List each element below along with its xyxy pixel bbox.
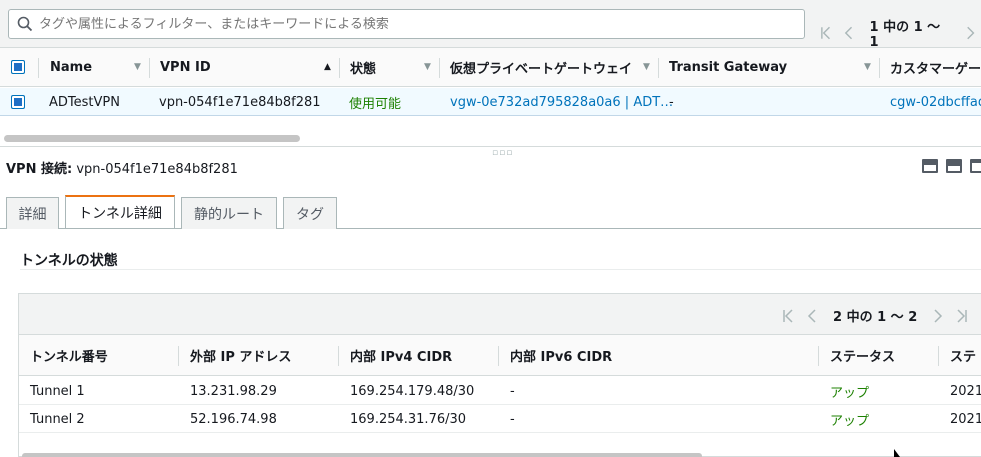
column-customer-gateway[interactable]: カスタマーゲー [890, 48, 981, 87]
panel-toolbar: 2 中の 1 〜 2 [19, 294, 981, 335]
column-vgw[interactable]: 仮想プライベートゲートウェイ [450, 48, 632, 87]
layout-icon[interactable] [970, 159, 981, 173]
pagination-text: 2 中の 1 〜 2 [833, 310, 918, 325]
cell-transit: - [669, 94, 674, 110]
mouse-cursor-icon [894, 449, 900, 457]
sort-caret-icon[interactable]: ▼ [134, 62, 141, 72]
prev-page-icon[interactable] [842, 25, 857, 41]
cell-status-date: 2021 [950, 383, 981, 399]
split-divider[interactable] [0, 146, 981, 147]
column-vpn-id[interactable]: VPN ID [160, 48, 211, 87]
cell-cgw-link[interactable]: cgw-02dbcffadd [890, 88, 981, 116]
filter-bar: 1 中の 1 〜 1 [0, 0, 981, 50]
sort-caret-icon[interactable]: ▼ [424, 62, 431, 72]
tunnel-row: Tunnel 1 13.231.98.29 169.254.179.48/30 … [19, 377, 981, 405]
cell-status: アップ [830, 385, 870, 401]
column-status[interactable]: ステータス [830, 335, 895, 376]
tunnel-row: Tunnel 2 52.196.74.98 169.254.31.76/30 -… [19, 405, 981, 433]
prev-page-icon[interactable] [805, 308, 821, 324]
column-inner-ipv4[interactable]: 内部 IPv4 CIDR [350, 335, 452, 376]
sort-caret-icon[interactable]: ▼ [643, 62, 650, 72]
detail-title: VPN 接続: vpn-054f1e71e84b8f281 [6, 162, 238, 177]
cell-inner-ipv6: - [510, 383, 515, 399]
tunnel-table-panel: 2 中の 1 〜 2 トンネル番号 外部 IP アドレス 内部 IPv4 CID… [18, 293, 981, 457]
sort-caret-icon[interactable]: ▲ [324, 62, 331, 72]
cell-state: 使用可能 [349, 96, 402, 112]
search-box[interactable] [8, 9, 805, 39]
tab-tags[interactable]: タグ [283, 197, 337, 229]
column-state[interactable]: 状態 [350, 48, 376, 87]
tunnel-table-scrollbar[interactable] [22, 453, 702, 457]
vpn-table-header: Name ▼ VPN ID ▲ 状態 ▼ 仮想プライベートゲートウェイ ▼ Tr… [0, 48, 981, 87]
column-name[interactable]: Name [50, 48, 92, 87]
vpn-console: 1 中の 1 〜 1 Name ▼ VPN ID ▲ 状態 ▼ 仮想プライベート… [0, 0, 981, 457]
column-inner-ipv6[interactable]: 内部 IPv6 CIDR [510, 335, 612, 376]
table-scrollbar[interactable] [4, 135, 300, 142]
next-page-icon[interactable] [962, 25, 977, 41]
first-page-icon[interactable] [781, 308, 797, 324]
cell-external-ip: 52.196.74.98 [190, 411, 277, 427]
inner-pagination: 2 中の 1 〜 2 [777, 306, 973, 325]
cell-inner-ipv6: - [510, 411, 515, 427]
column-transit-gateway[interactable]: Transit Gateway [669, 48, 787, 87]
cell-vpn-id: vpn-054f1e71e84b8f281 [159, 94, 321, 110]
layout-icon[interactable] [922, 159, 938, 173]
layout-icon[interactable] [946, 159, 962, 173]
cell-name: ADTestVPN [49, 94, 120, 110]
row-checkbox[interactable] [11, 95, 25, 109]
cell-tunnel-number: Tunnel 2 [30, 411, 85, 427]
last-page-icon[interactable] [953, 308, 969, 324]
column-external-ip[interactable]: 外部 IP アドレス [190, 335, 291, 376]
search-input[interactable] [39, 16, 779, 32]
tab-static-routes[interactable]: 静的ルート [181, 197, 277, 229]
tab-details[interactable]: 詳細 [6, 197, 59, 229]
first-page-icon[interactable] [819, 25, 834, 41]
cell-status: アップ [830, 413, 870, 429]
sort-caret-icon[interactable]: ▼ [864, 62, 871, 72]
cell-inner-ipv4: 169.254.179.48/30 [350, 383, 475, 399]
cell-external-ip: 13.231.98.29 [190, 383, 277, 399]
cell-inner-ipv4: 169.254.31.76/30 [350, 411, 467, 427]
section-title: トンネルの状態 [20, 253, 118, 269]
column-status-date[interactable]: ステ [950, 335, 976, 376]
pagination-text: 1 中の 1 〜 1 [869, 20, 941, 50]
tab-tunnel-details[interactable]: トンネル詳細 [65, 195, 175, 228]
column-tunnel-number[interactable]: トンネル番号 [30, 335, 108, 376]
tunnel-table-header: トンネル番号 外部 IP アドレス 内部 IPv4 CIDR 内部 IPv6 C… [19, 335, 981, 376]
table-row[interactable]: ADTestVPN vpn-054f1e71e84b8f281 使用可能 vgw… [0, 88, 981, 116]
search-icon [17, 16, 33, 32]
cell-vgw-link[interactable]: vgw-0e732ad795828a0a6 | ADT… [450, 88, 673, 116]
select-all-checkbox[interactable] [11, 60, 25, 74]
cell-tunnel-number: Tunnel 1 [30, 383, 85, 399]
next-page-icon[interactable] [929, 308, 945, 324]
cell-status-date: 2021 [950, 411, 981, 427]
top-pagination: 1 中の 1 〜 1 [815, 16, 981, 50]
drag-handle-icon[interactable]: ▫▫▫ [492, 148, 513, 158]
